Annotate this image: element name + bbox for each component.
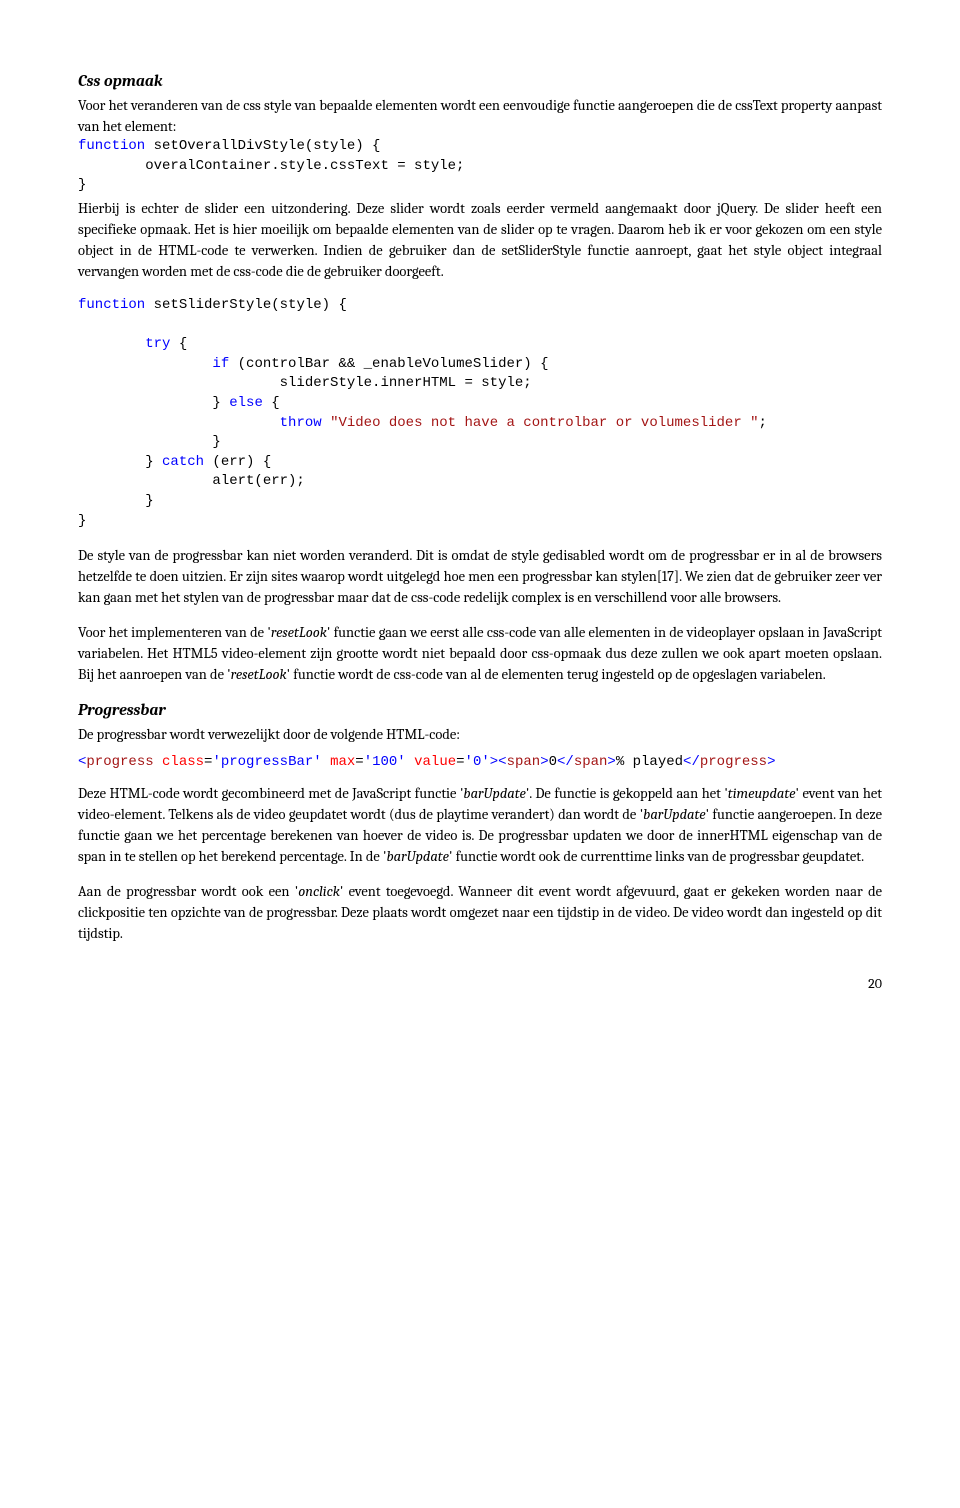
code-text: alert(err); [78, 473, 305, 489]
italic-barupdate: barUpdate [463, 785, 525, 802]
code-text: = [355, 754, 363, 770]
code-text: } [78, 493, 154, 509]
code-text: setSliderStyle(style) { [145, 297, 347, 313]
code-text: { [263, 395, 280, 411]
code-text: > [540, 754, 548, 770]
kw-function: function [78, 138, 145, 154]
section-heading-progressbar: Progressbar [78, 699, 882, 722]
code-block-setsliderstyle: function setSliderStyle(style) { try { i… [78, 296, 882, 531]
para-css-opmaak-slider: Hierbij is echter de slider een uitzonde… [78, 198, 882, 282]
code-text [322, 754, 330, 770]
attrval-max: '100' [364, 754, 406, 770]
code-text [406, 754, 414, 770]
code-text: } [78, 513, 86, 529]
code-text: } [78, 395, 229, 411]
code-text [322, 415, 330, 431]
code-text: </ [557, 754, 574, 770]
section-heading-css-opmaak: Css opmaak [78, 70, 882, 93]
code-text: overalContainer.style.cssText = style; [78, 158, 464, 174]
italic-timeupdate: timeupdate [728, 785, 796, 802]
kw-catch: catch [162, 454, 204, 470]
text: ' functie wordt de css-code van al de el… [287, 666, 826, 683]
code-text: sliderStyle.innerHTML = style; [78, 375, 532, 391]
text: Voor het implementeren van de ' [78, 624, 271, 641]
italic-resetlook: resetLook [271, 624, 327, 641]
attr-class: class [162, 754, 204, 770]
italic-resetlook: resetLook [231, 666, 287, 683]
page-number: 20 [78, 974, 882, 994]
code-text: { [170, 336, 187, 352]
code-text: setOverallDivStyle(style) { [145, 138, 380, 154]
kw-throw: throw [280, 415, 322, 431]
kw-try: try [145, 336, 170, 352]
para-css-opmaak-intro: Voor het veranderen van de css style van… [78, 95, 882, 137]
tag-progress-close: progress [700, 754, 767, 770]
code-text: } [78, 454, 162, 470]
code-text: % played [616, 754, 683, 770]
para-onclick: Aan de progressbar wordt ook een 'onclic… [78, 881, 882, 944]
code-text: = [456, 754, 464, 770]
code-text: (err) { [204, 454, 271, 470]
para-progressbar-intro: De progressbar wordt verwezelijkt door d… [78, 724, 882, 745]
code-text: } [78, 434, 221, 450]
code-text: < [498, 754, 506, 770]
attrval-class: 'progressBar' [212, 754, 321, 770]
code-text: ; [759, 415, 767, 431]
kw-else: else [229, 395, 263, 411]
text: Deze HTML-code wordt gecombineerd met de… [78, 785, 463, 802]
code-block-setoveralldivstyle: function setOverallDivStyle(style) { ove… [78, 137, 882, 196]
code-text: </ [683, 754, 700, 770]
italic-barupdate: barUpdate [643, 806, 705, 823]
text: '. De functie is gekoppeld aan het ' [526, 785, 728, 802]
code-block-progress-html: <progress class='progressBar' max='100' … [78, 753, 882, 773]
code-text: > [490, 754, 498, 770]
text: ' functie wordt ook de currenttime links… [449, 848, 864, 865]
tag-span: span [507, 754, 541, 770]
para-resetlook: Voor het implementeren van de 'resetLook… [78, 622, 882, 685]
code-text: 0 [549, 754, 557, 770]
code-text [154, 754, 162, 770]
attrval-value: '0' [465, 754, 490, 770]
kw-if: if [212, 356, 229, 372]
code-text: > [767, 754, 775, 770]
code-text: } [78, 177, 86, 193]
attr-max: max [330, 754, 355, 770]
italic-barupdate: barUpdate [386, 848, 448, 865]
para-barupdate: Deze HTML-code wordt gecombineerd met de… [78, 783, 882, 867]
para-progressbar-style: De style van de progressbar kan niet wor… [78, 545, 882, 608]
code-text: (controlBar && _enableVolumeSlider) { [229, 356, 548, 372]
tag-progress: progress [86, 754, 153, 770]
attr-value: value [414, 754, 456, 770]
text: Aan de progressbar wordt ook een ' [78, 883, 298, 900]
tag-span-close: span [574, 754, 608, 770]
string-literal: "Video does not have a controlbar or vol… [330, 415, 758, 431]
italic-onclick: onclick [298, 883, 340, 900]
kw-function: function [78, 297, 145, 313]
code-text: > [607, 754, 615, 770]
